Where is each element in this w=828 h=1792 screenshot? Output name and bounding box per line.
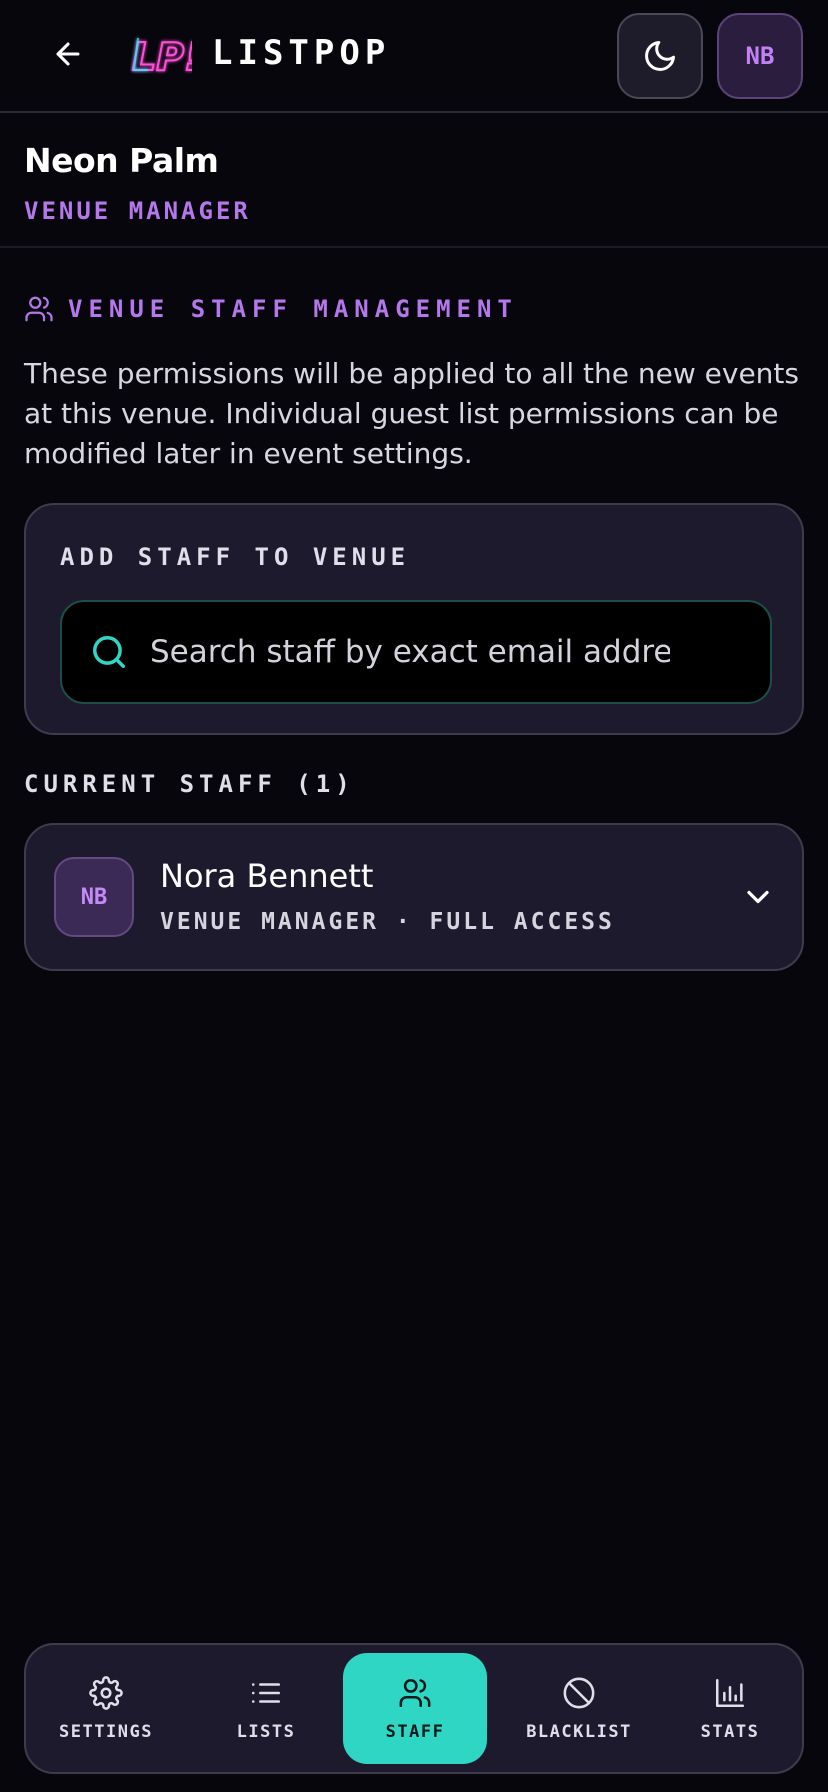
venue-staff-page: LP! LISTPOP NB Neon Palm VENUE MANAGER V… <box>0 0 828 1792</box>
arrow-left-icon <box>56 42 80 66</box>
nav-label: STATS <box>700 1721 760 1742</box>
logo-text: LP! <box>132 35 192 79</box>
gear-icon <box>89 1675 123 1710</box>
user-avatar-button[interactable]: NB <box>717 13 803 99</box>
nav-label: BLACKLIST <box>526 1721 632 1742</box>
staff-management-title: VENUE STAFF MANAGEMENT <box>68 295 518 323</box>
staff-role: VENUE MANAGER · FULL ACCESS <box>160 909 615 935</box>
brand-name: LISTPOP <box>212 33 391 73</box>
users-icon <box>399 1678 431 1707</box>
add-staff-card: ADD STAFF TO VENUE <box>24 503 804 735</box>
staff-search-box[interactable] <box>60 600 772 704</box>
staff-email-search-input[interactable] <box>150 602 770 702</box>
add-staff-title: ADD STAFF TO VENUE <box>60 543 411 571</box>
nav-item-blacklist[interactable]: BLACKLIST <box>504 1653 654 1764</box>
staff-management-heading: VENUE STAFF MANAGEMENT <box>24 292 518 326</box>
nav-item-stats[interactable]: STATS <box>666 1653 794 1764</box>
permissions-description: These permissions will be applied to all… <box>24 357 799 470</box>
moon-icon <box>645 41 675 71</box>
staff-member-card[interactable]: NB Nora Bennett VENUE MANAGER · FULL ACC… <box>24 823 804 971</box>
venue-name: Neon Palm <box>24 141 219 180</box>
back-button[interactable] <box>44 30 92 78</box>
theme-toggle-button[interactable] <box>617 13 703 99</box>
bar-chart-icon <box>715 1678 745 1707</box>
chevron-down-icon[interactable] <box>740 879 776 915</box>
nav-label: SETTINGS <box>59 1721 153 1742</box>
staff-name: Nora Bennett <box>160 857 374 895</box>
current-staff-title: CURRENT STAFF (1) <box>24 770 355 798</box>
venue-info: Neon Palm VENUE MANAGER <box>0 115 828 248</box>
search-icon <box>93 636 125 668</box>
list-icon <box>251 1682 281 1703</box>
users-icon <box>25 296 53 322</box>
nav-label: LISTS <box>236 1721 296 1742</box>
nav-item-lists[interactable]: LISTS <box>194 1653 338 1764</box>
app-header: LP! LISTPOP NB <box>0 0 828 113</box>
staff-avatar: NB <box>54 857 134 937</box>
ban-icon <box>563 1677 595 1708</box>
bottom-nav: SETTINGS LISTS STAFF BLACKLIST STATS <box>24 1643 804 1774</box>
nav-item-staff[interactable]: STAFF <box>343 1653 487 1764</box>
nav-item-settings[interactable]: SETTINGS <box>34 1653 178 1764</box>
nav-label: STAFF <box>385 1721 445 1742</box>
venue-role: VENUE MANAGER <box>24 197 251 225</box>
listpop-logo: LP! <box>131 34 192 80</box>
